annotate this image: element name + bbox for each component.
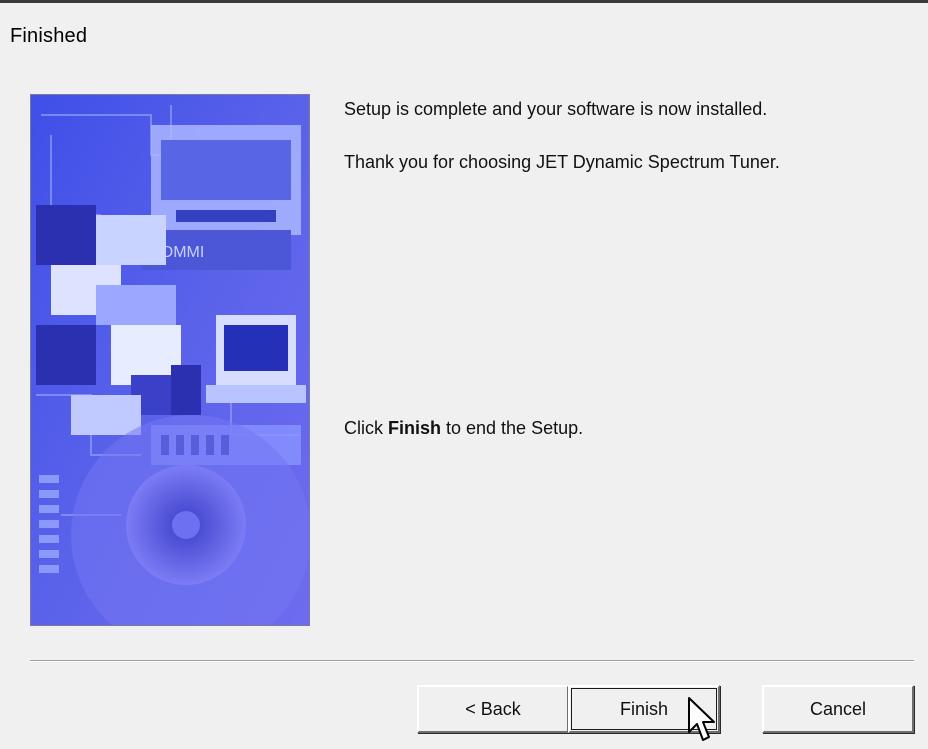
setup-banner-image: SDMMI xyxy=(30,94,310,626)
setup-complete-text: Setup is complete and your software is n… xyxy=(344,99,768,119)
back-button[interactable]: < Back xyxy=(417,685,569,733)
finish-instruction-text: Click Finish to end the Setup. xyxy=(344,418,583,439)
thank-you-text: Thank you for choosing JET Dynamic Spect… xyxy=(344,152,780,172)
arrow-cursor-icon xyxy=(688,697,715,741)
cancel-button[interactable]: Cancel xyxy=(762,685,914,733)
button-separator xyxy=(30,660,914,662)
setup-wizard-window: Finished SDMMI Setup is complete and you… xyxy=(0,0,928,749)
instruction-finish-word: Finish xyxy=(388,418,441,438)
page-title: Finished xyxy=(10,25,88,47)
instruction-suffix: to end the Setup. xyxy=(441,418,584,438)
instruction-prefix: Click xyxy=(344,418,388,438)
